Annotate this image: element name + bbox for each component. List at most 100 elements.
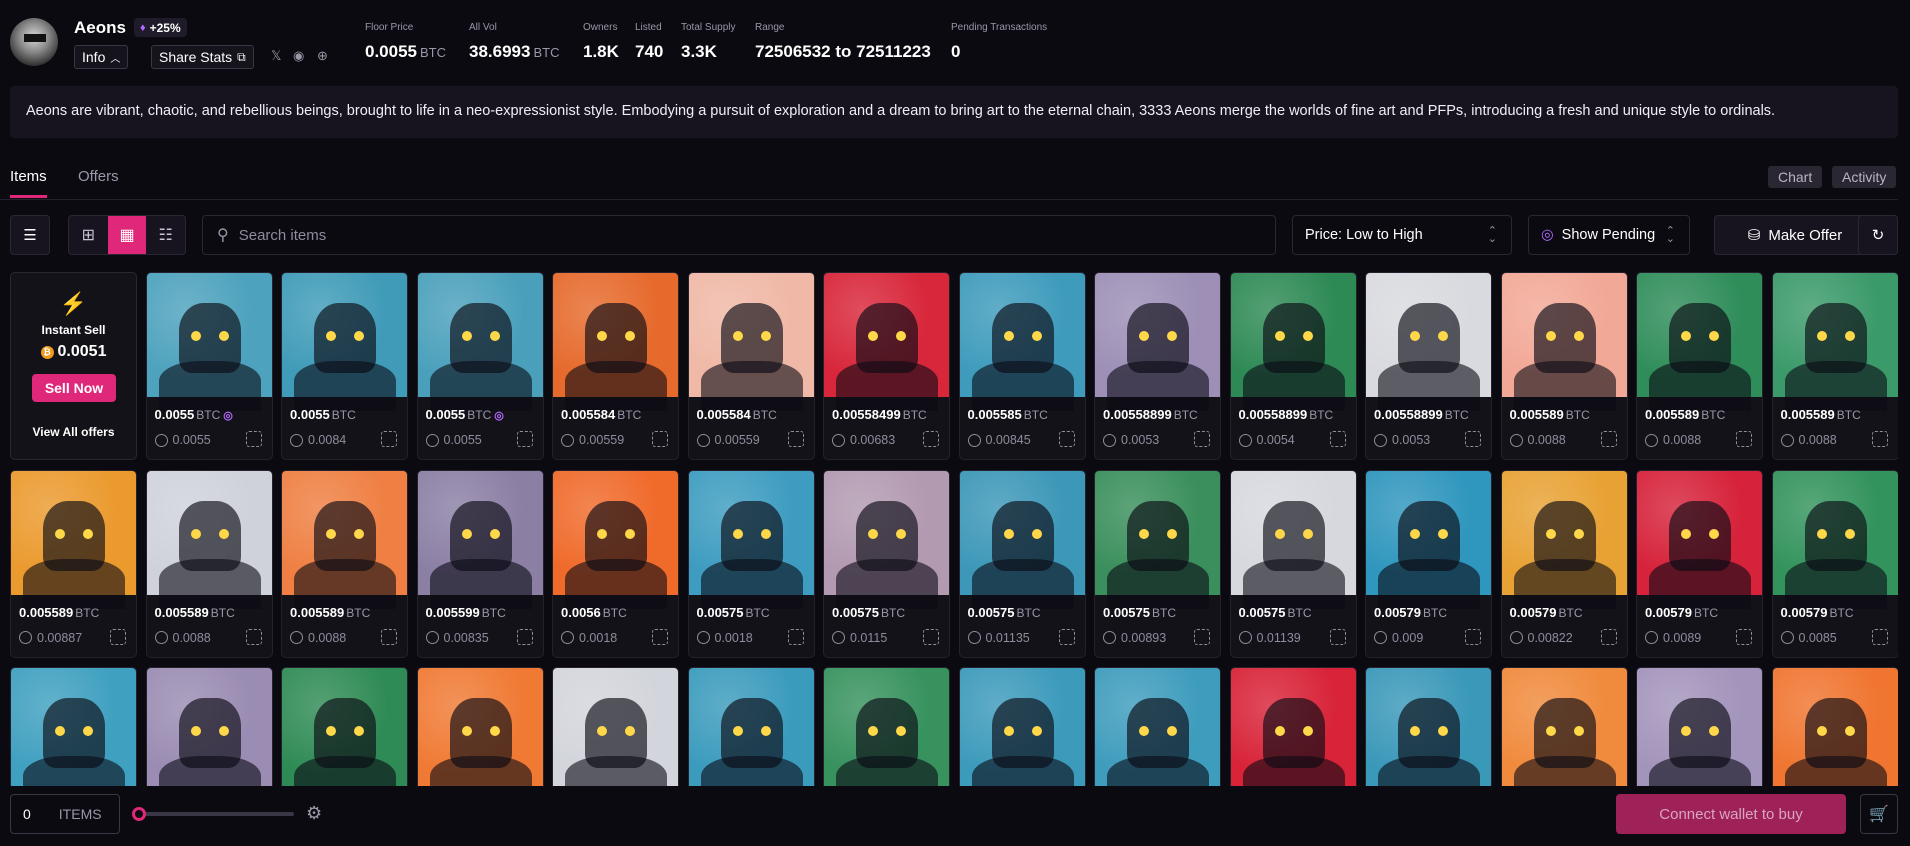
nft-card[interactable]: 0.005584 BTC 0.00559 (552, 272, 679, 460)
nft-card[interactable]: 0.00575 BTC 0.0115 (823, 469, 950, 658)
small-grid-icon[interactable]: ▦ (107, 216, 147, 254)
nft-card[interactable] (10, 667, 137, 786)
quick-view-icon[interactable] (1871, 628, 1888, 645)
last-sale: 0.00559 (696, 433, 760, 447)
nft-card[interactable]: 0.00558899 BTC 0.0053 (1365, 272, 1492, 460)
quick-view-icon[interactable] (110, 628, 126, 645)
quick-view-icon[interactable] (1058, 431, 1075, 447)
quick-view-icon[interactable] (245, 628, 262, 645)
quick-view-icon[interactable] (381, 431, 397, 447)
nft-card[interactable] (416, 667, 544, 786)
nft-card[interactable] (1771, 667, 1898, 786)
nft-card[interactable]: 0.005584 BTC 0.00559 (687, 272, 815, 460)
nft-card[interactable]: 0.00558899 BTC 0.0053 (1094, 272, 1221, 460)
quick-view-icon[interactable] (381, 628, 397, 645)
quick-view-icon[interactable] (652, 431, 668, 447)
chart-button[interactable]: Chart (1768, 166, 1823, 188)
nft-card[interactable] (687, 667, 815, 786)
large-grid-icon[interactable]: ⊞ (69, 216, 108, 254)
nft-card[interactable] (1229, 667, 1357, 786)
nft-card[interactable] (958, 667, 1086, 786)
make-offer-button[interactable]: ⛁ Make Offer (1714, 215, 1876, 255)
search-input[interactable] (238, 226, 1139, 244)
nft-card[interactable]: 0.00579 BTC 0.00822 (1500, 469, 1628, 658)
nft-card[interactable]: 0.00579 BTC 0.0089 (1636, 469, 1763, 658)
nft-card[interactable]: 0.005599 BTC 0.00835 (416, 469, 544, 658)
quick-view-icon[interactable] (923, 628, 939, 645)
nft-card[interactable] (823, 667, 950, 786)
tab-offers[interactable]: Offers (78, 168, 119, 185)
nft-card[interactable] (1094, 667, 1221, 786)
nft-card[interactable]: 0.005589 BTC 0.0088 (145, 469, 273, 658)
item-count-input[interactable]: 0 ITEMS (10, 794, 120, 834)
activity-button[interactable]: Activity (1832, 166, 1897, 188)
tab-items[interactable]: Items (10, 168, 47, 198)
x-twitter-icon[interactable]: 𝕏 (271, 48, 281, 64)
last-sale: 0.0088 (154, 631, 211, 645)
quick-view-icon[interactable] (652, 628, 668, 645)
quick-view-icon[interactable] (923, 431, 939, 447)
nft-card[interactable] (1365, 667, 1492, 786)
history-icon (1509, 631, 1523, 644)
pending-select[interactable]: ◎ Show Pending ⌃ ⌄ (1528, 215, 1690, 255)
nft-card[interactable]: 0.0055 BTC ◎ 0.0055 (416, 272, 544, 460)
discord-icon[interactable]: ◉ (293, 48, 304, 64)
quick-view-icon[interactable] (1736, 431, 1752, 447)
nft-card[interactable] (1636, 667, 1763, 786)
slider-knob[interactable] (132, 807, 146, 821)
nft-card[interactable]: 0.00558899 BTC 0.0054 (1229, 272, 1357, 460)
nft-card[interactable]: 0.005585 BTC 0.00845 (958, 272, 1086, 460)
price-unit: BTC (481, 605, 506, 620)
quick-view-icon[interactable] (1058, 628, 1075, 645)
nft-card[interactable]: 0.005589 BTC 0.0088 (1500, 272, 1628, 460)
nft-card[interactable]: 0.00575 BTC 0.0018 (687, 469, 815, 658)
nft-card[interactable]: 0.0055 BTC ◎ 0.0055 (145, 272, 273, 460)
nft-card[interactable]: 0.005589 BTC 0.0088 (281, 469, 408, 658)
quick-view-icon[interactable] (1465, 628, 1481, 645)
quick-view-icon[interactable] (1600, 628, 1617, 645)
quick-view-icon[interactable] (1194, 628, 1210, 645)
history-icon (1509, 433, 1523, 447)
quick-view-icon[interactable] (1736, 628, 1752, 645)
filter-button[interactable]: ☰ (10, 215, 50, 255)
refresh-button[interactable]: ↻ (1858, 215, 1898, 255)
quick-view-icon[interactable] (1871, 431, 1888, 447)
share-stats-button[interactable]: Share Stats ⧉ (151, 45, 254, 69)
nft-card[interactable] (145, 667, 273, 786)
nft-card[interactable]: 0.00575 BTC 0.01139 (1229, 469, 1357, 658)
globe-icon[interactable]: ⊕ (317, 48, 328, 64)
gear-icon[interactable]: ⚙ (306, 803, 322, 824)
quick-view-icon[interactable] (1329, 431, 1346, 447)
quick-view-icon[interactable] (787, 628, 804, 645)
sweep-slider[interactable] (132, 807, 294, 821)
quick-view-icon[interactable] (1194, 431, 1210, 447)
connect-wallet-button[interactable]: Connect wallet to buy (1616, 794, 1846, 834)
nft-card[interactable]: 0.00579 BTC 0.0085 (1771, 469, 1898, 658)
last-sale: 0.0115 (832, 631, 887, 645)
sell-now-button[interactable]: Sell Now (32, 374, 116, 402)
nft-card[interactable] (552, 667, 679, 786)
quick-view-icon[interactable] (245, 431, 262, 447)
cart-button[interactable]: 🛒 (1860, 794, 1898, 834)
nft-card[interactable] (1500, 667, 1628, 786)
nft-card[interactable] (281, 667, 408, 786)
nft-card[interactable]: 0.005589 BTC 0.00887 (10, 469, 137, 658)
nft-card[interactable]: 0.00575 BTC 0.00893 (1094, 469, 1221, 658)
nft-card[interactable]: 0.005589 BTC 0.0088 (1771, 272, 1898, 460)
nft-card[interactable]: 0.00575 BTC 0.01135 (958, 469, 1086, 658)
quick-view-icon[interactable] (1329, 628, 1346, 645)
view-all-offers-link[interactable]: View All offers (11, 425, 136, 439)
nft-card[interactable]: 0.005589 BTC 0.0088 (1636, 272, 1763, 460)
nft-card[interactable]: 0.00579 BTC 0.009 (1365, 469, 1492, 658)
sort-select[interactable]: Price: Low to High ⌃ ⌄ (1292, 215, 1512, 255)
list-view-icon[interactable]: ☷ (146, 216, 185, 254)
quick-view-icon[interactable] (516, 431, 533, 447)
info-button[interactable]: Info ︿ (74, 45, 129, 69)
nft-card[interactable]: 0.0056 BTC 0.0018 (552, 469, 679, 658)
quick-view-icon[interactable] (516, 628, 533, 645)
nft-card[interactable]: 0.0055 BTC 0.0084 (281, 272, 408, 460)
quick-view-icon[interactable] (1465, 431, 1481, 447)
quick-view-icon[interactable] (787, 431, 804, 447)
nft-card[interactable]: 0.00558499 BTC 0.00683 (823, 272, 950, 460)
quick-view-icon[interactable] (1600, 431, 1617, 447)
